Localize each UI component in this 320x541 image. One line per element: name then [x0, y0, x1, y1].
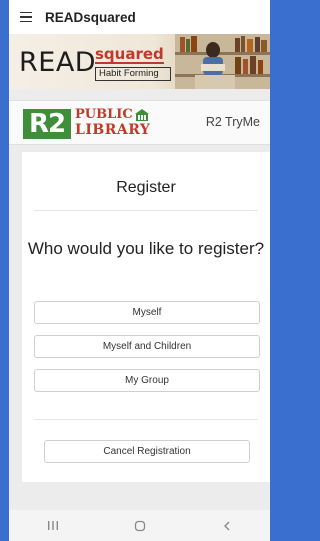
register-my-group-button[interactable]: My Group — [34, 369, 260, 392]
back-icon[interactable] — [207, 510, 247, 541]
brand-main: READ — [19, 47, 97, 78]
register-myself-and-children-button[interactable]: Myself and Children — [34, 335, 260, 358]
brand-tagline: Habit Forming — [95, 67, 171, 81]
phone-screen: READsquared READ squared Habit Forming R… — [9, 0, 270, 541]
register-card: Register Who would you like to register?… — [22, 152, 270, 482]
cancel-registration-button[interactable]: Cancel Registration — [44, 440, 250, 463]
brand-accent: squared — [95, 45, 164, 64]
home-icon[interactable] — [120, 510, 160, 541]
cancel-registration-label: Cancel Registration — [103, 446, 191, 457]
register-myself-button[interactable]: Myself — [34, 301, 260, 324]
app-bar: READsquared — [9, 0, 270, 34]
library-name-line2: LIBRARY — [75, 122, 151, 138]
register-my-group-label: My Group — [125, 375, 169, 386]
register-myself-and-children-label: Myself and Children — [102, 341, 192, 352]
register-question: Who would you like to register? — [27, 239, 265, 258]
library-logo-mark: R2 — [23, 109, 71, 139]
readsquared-banner: READ squared Habit Forming — [9, 34, 270, 89]
actions-divider — [34, 419, 258, 420]
library-strip: R2 PUBLIC LIBRARY R2 TryMe — [9, 100, 270, 145]
system-nav-bar — [9, 510, 270, 541]
register-myself-label: Myself — [132, 307, 162, 318]
app-title: READsquared — [45, 9, 136, 25]
register-title: Register — [116, 179, 176, 196]
title-divider — [34, 210, 258, 211]
library-building-icon — [135, 109, 149, 121]
recents-icon[interactable] — [33, 510, 73, 541]
bookshelf-illustration — [175, 34, 270, 89]
hamburger-icon[interactable] — [11, 0, 41, 34]
program-name: R2 TryMe — [205, 115, 260, 129]
